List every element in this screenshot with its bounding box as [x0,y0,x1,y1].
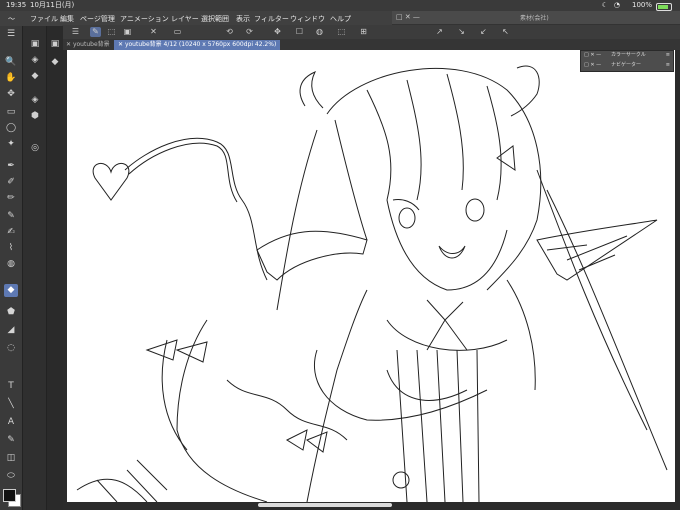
panel-menu-icon[interactable]: ≡ [666,61,670,70]
drawing-canvas[interactable] [67,50,675,502]
window-controls[interactable]: □ ✕ — [396,13,420,21]
gradient-icon[interactable]: ◢ [4,324,18,337]
balloon-icon[interactable]: A [4,416,18,429]
layer-icon[interactable]: ▣ [122,27,133,37]
tool-menu-icon[interactable]: ☰ [4,28,18,41]
panel-controls[interactable]: □ ✕ — [584,51,601,60]
panel-controls[interactable]: □ ✕ — [584,61,601,70]
text-tool-icon[interactable]: T [4,380,18,393]
new-doc-icon[interactable]: ▭ [172,27,183,37]
panel-label: ナビゲーター [611,62,642,68]
snap-icon[interactable]: ↘ [456,27,467,37]
menu-icon[interactable]: ☰ [70,27,81,37]
move-icon[interactable]: ✥ [4,88,18,101]
selection-icon[interactable]: ⬚ [106,27,117,37]
panel-dock-icon-1[interactable]: ▣ [48,38,62,51]
tab-close-icon[interactable]: ✕ [118,41,123,48]
panel-color-circle[interactable]: □ ✕ — カラーサークル ≡ [581,51,673,60]
panel-label: カラーサークル [611,52,646,58]
material-window-bar[interactable]: □ ✕ — 素材(会社) [392,11,680,25]
shape-icon[interactable]: ⬭ [4,470,18,483]
airbrush-icon[interactable]: ✍ [4,226,18,239]
line-tool-icon[interactable]: ╲ [4,398,18,411]
date: 10月11日(月) [30,1,75,9]
battery-percent: 100% [631,1,652,9]
crop-icon[interactable]: ⬚ [336,27,347,37]
symmetry-icon[interactable]: ↖ [500,27,511,37]
pen-icon[interactable]: ✎ [90,27,101,37]
sketch-artwork [76,65,668,502]
app-logo-icon[interactable]: 〜 [8,14,15,24]
frame-icon[interactable]: ☐ [294,27,305,37]
menu-window[interactable]: ウィンドウ [290,14,325,24]
menu-filter[interactable]: フィルター [254,14,289,24]
blend-tool-icon[interactable]: ◆ [4,284,18,297]
tool-palette: ☰ 🔍 ✋ ✥ ▭ ◯ ✦ ✒ ✐ ✏ ✎ ✍ ⌇ ◍ ◆ ⬟ ◢ ◌ T ╲ … [0,26,22,510]
ruler-icon[interactable]: ↗ [434,27,445,37]
tab-label: youtube背景 [72,41,110,48]
tab-close-icon[interactable]: ✕ [66,41,71,48]
tab-youtube-bg-active[interactable]: ✕ youtube背景 4/12 (10240 x 5760px 600dpi … [114,40,281,50]
battery-icon [656,3,672,11]
clock: 19:35 [6,1,27,9]
redo-icon[interactable]: ⟳ [244,27,255,37]
panel-dock-icon-2[interactable]: ◆ [48,56,62,69]
pen-tool-icon[interactable]: ✐ [4,176,18,189]
brush-tool-icon[interactable]: ✎ [4,210,18,223]
panel-navigator[interactable]: □ ✕ — ナビゲーター ≡ [581,61,673,70]
menu-page[interactable]: ページ管理 [80,14,115,24]
lasso-icon[interactable]: ◯ [4,122,18,135]
document-tabs: ✕ youtube背景 ✕ youtube背景 4/12 (10240 x 57… [62,39,680,50]
menu-file[interactable]: ファイル [30,14,58,24]
ios-status-bar: 19:35 10月11日(月) ☾ ◔ 100% [0,0,680,11]
sub-tool-icon-2[interactable]: ◈ [28,54,42,67]
wifi-icon: ◔ [613,1,620,9]
command-bar: ☰ ✎ ⬚ ▣ ✕ ▭ ⟲ ⟳ ✥ ☐ ◍ ⬚ ⊞ ↗ ↘ ↙ ↖ [62,25,680,39]
menu-selection[interactable]: 選択範囲 [201,14,229,24]
menu-animation[interactable]: アニメーション [120,14,169,24]
eyedropper-icon[interactable]: ✒ [4,160,18,173]
pencil-tool-icon[interactable]: ✏ [4,192,18,205]
fill-tool-icon[interactable]: ⬟ [4,306,18,319]
figure-icon[interactable]: ◌ [4,342,18,355]
sub-tool-icon-1[interactable]: ▣ [28,38,42,51]
menu-edit[interactable]: 編集 [60,14,74,24]
material-window-title: 素材(会社) [520,15,549,22]
hand-icon[interactable]: ✋ [4,72,18,85]
home-indicator[interactable] [258,503,392,507]
close-doc-icon[interactable]: ✕ [148,27,159,37]
panel-menu-icon[interactable]: ≡ [666,51,670,60]
correct-line-icon[interactable]: ✎ [4,434,18,447]
zoom-icon[interactable]: 🔍 [4,56,18,69]
perspective-icon[interactable]: ↙ [478,27,489,37]
menu-view[interactable]: 表示 [236,14,250,24]
magic-wand-icon[interactable]: ✦ [4,138,18,151]
menu-layer[interactable]: レイヤー [171,14,199,24]
sub-tool-icon-6[interactable]: ◎ [28,142,42,155]
foreground-color-swatch[interactable] [3,489,16,502]
transform-icon[interactable]: ✥ [272,27,283,37]
tab-youtube-bg[interactable]: ✕ youtube背景 [62,40,114,50]
sub-tool-palette: ▣ ◈ ◆ ◈ ⬢ ◎ [22,26,47,510]
sub-tool-icon-5[interactable]: ⬢ [28,110,42,123]
undo-icon[interactable]: ⟲ [224,27,235,37]
sub-tool-icon-3[interactable]: ◆ [28,70,42,83]
menu-help[interactable]: ヘルプ [330,14,351,24]
frame-border-icon[interactable]: ◫ [4,452,18,465]
panel-dock-column: ▣ ◆ [46,26,63,510]
eraser-icon[interactable]: ◍ [4,258,18,271]
sub-tool-icon-4[interactable]: ◈ [28,94,42,107]
rect-select-icon[interactable]: ▭ [4,106,18,119]
tab-label: youtube背景 4/12 (10240 x 5760px 600dpi 42… [124,41,277,48]
grid-icon[interactable]: ⊞ [358,27,369,37]
fill-icon[interactable]: ◍ [314,27,325,37]
floating-panels: □ ✕ — カラーサークル ≡ □ ✕ — ナビゲーター ≡ [580,50,674,72]
decoration-icon[interactable]: ⌇ [4,242,18,255]
moon-icon: ☾ [601,1,608,9]
